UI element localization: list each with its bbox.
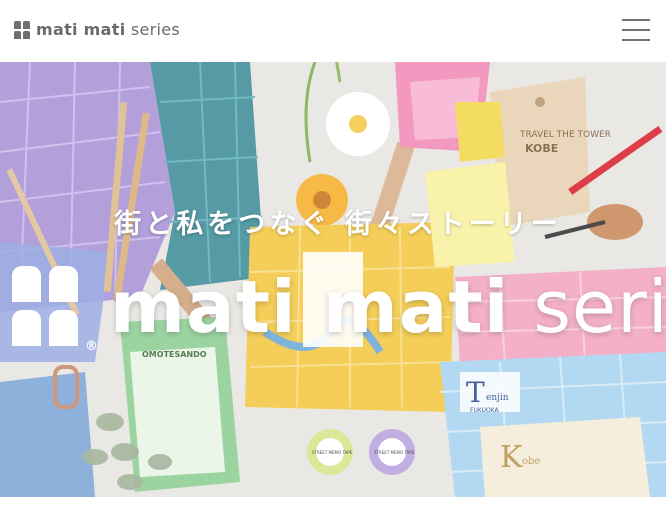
logo-text-bold: mati mati	[36, 20, 126, 39]
brand-mark-icon: ®	[12, 266, 98, 354]
logo-text: mati mati series	[36, 20, 180, 39]
hero-banner: TRAVEL THE TOWER KOBE T enjin FUKUOKA K …	[0, 62, 666, 497]
site-header: mati mati series	[0, 0, 666, 62]
hero-tagline: 街と私をつなぐ 街々ストーリー	[114, 209, 562, 240]
hero-brand-logo: ® mati mati series	[12, 266, 666, 354]
page-bottom-area	[0, 497, 666, 530]
hamburger-menu-icon[interactable]	[622, 19, 650, 41]
logo-mark-icon	[14, 20, 30, 39]
site-logo[interactable]: mati mati series	[14, 20, 180, 39]
hero-brand-light: series	[533, 265, 666, 349]
registered-mark: ®	[85, 339, 98, 354]
hero-brand-text: mati mati series	[110, 271, 666, 343]
logo-text-light: series	[130, 20, 181, 39]
hero-brand-bold: mati mati	[110, 265, 510, 349]
